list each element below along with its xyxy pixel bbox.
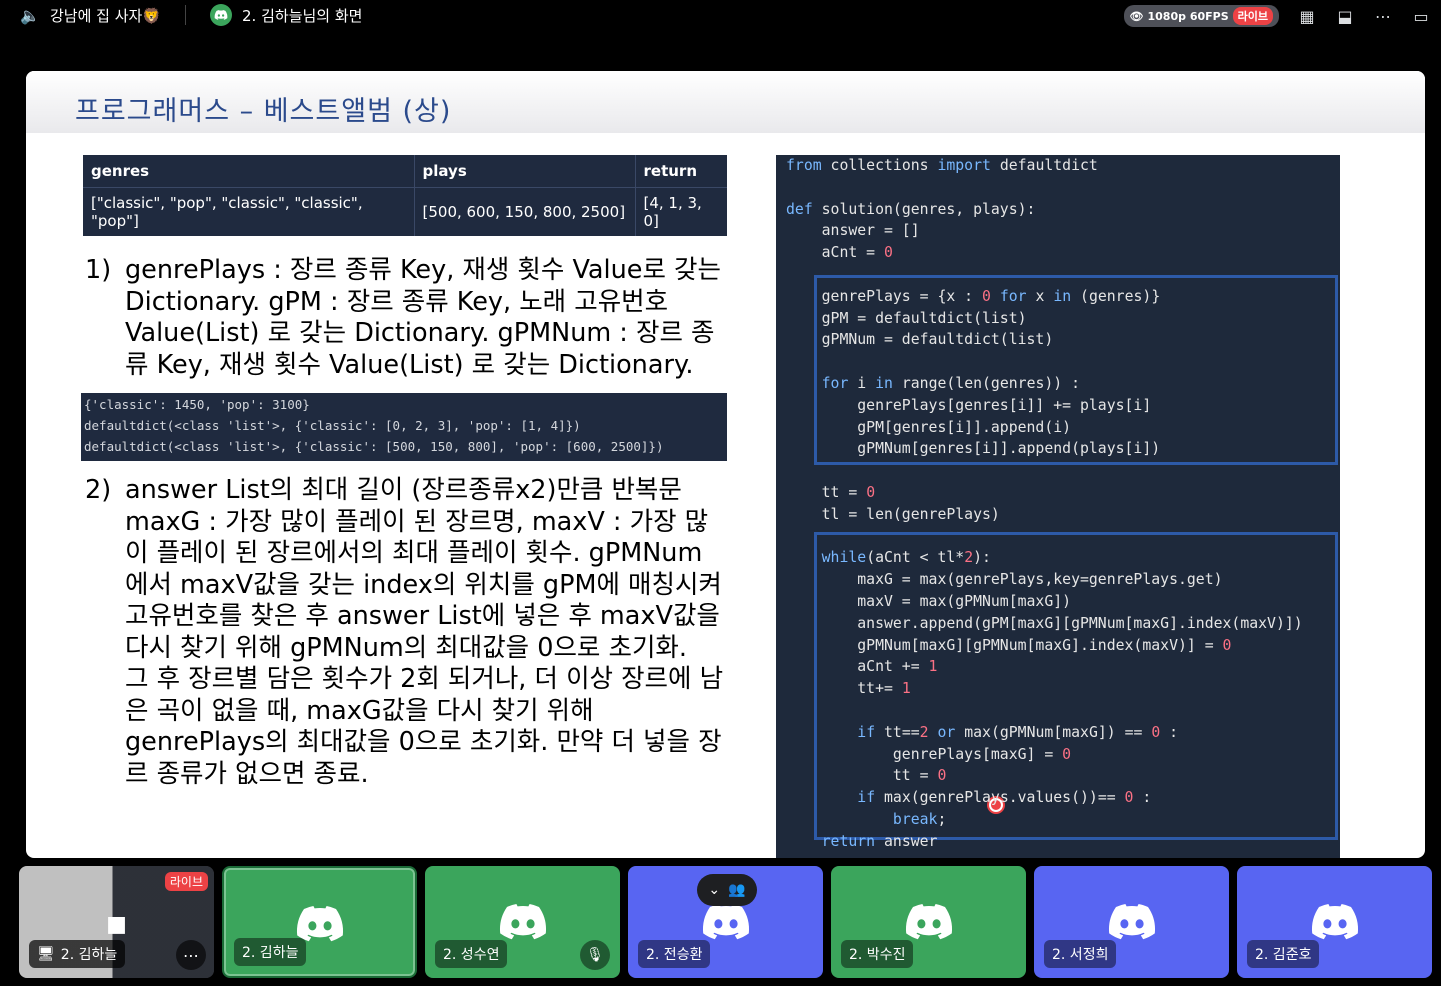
participant-tile[interactable]: 2. 김준호 [1237,866,1432,978]
muted-mic-icon: 🎙 [580,940,610,970]
code-line: from collections import defaultdict [786,157,1098,174]
discord-icon [210,4,233,26]
popout-icon[interactable]: ⬓ [1335,7,1355,26]
more-options-icon[interactable]: ⋯ [1373,7,1393,26]
code-line: answer = [] [786,222,920,240]
participant-name: 2. 전승환 [638,940,711,968]
code-editor: from collections import defaultdict def s… [776,155,1340,858]
shared-screen[interactable]: 프로그래머스 – 베스트앨범 (상) genres plays return [… [26,71,1425,858]
code-line: gPM = defaultdict(list) [786,309,1027,327]
eye-icon: 👁 [1129,9,1144,23]
code-line: maxG = max(genrePlays,key=genrePlays.get… [786,571,1223,589]
output-line: defaultdict(<class 'list'>, {'classic': … [84,439,664,454]
code-line: for i in range(len(genres)) : [821,375,1081,392]
code-line: genrePlays[maxG] = 0 [786,745,1072,763]
table-cell: ["classic", "pop", "classic", "classic",… [83,187,415,236]
more-options-button[interactable]: ⋯ [176,940,206,970]
step-2: 2) answer List의 최대 길이 (장르종류x2)만큼 반복문 max… [85,475,725,790]
discord-logo-icon [1108,904,1155,940]
output-line: defaultdict(<class 'list'>, {'classic': … [84,418,581,433]
code-line: aCnt = 0 [786,244,893,262]
code-line: gPMNum = defaultdict(list) [786,331,1054,349]
step-number: 1) [85,255,112,285]
discord-logo-icon [1311,904,1358,940]
discord-logo-icon [296,906,343,942]
code-line: tl = len(genrePlays) [786,505,1000,523]
code-line: gPMNum[genres[i]].append(plays[i]) [786,440,1161,458]
code-line: while(aCnt < tl*2): [821,549,991,567]
table-header: plays [414,155,636,188]
participant-name: 2. 김하늘 [234,938,307,966]
discord-logo-icon [905,904,952,940]
participant-tile[interactable]: 2. 김하늘 [222,866,417,978]
output-line: {'classic': 1450, 'pop': 3100} [84,397,310,412]
participant-name: 2. 서정희 [1044,940,1117,968]
code-line: if tt==2 or max(gPMNum[maxG]) == 0 : [857,723,1179,741]
slide-header: 프로그래머스 – 베스트앨범 (상) [26,71,1425,133]
example-table: genres plays return ["classic", "pop", "… [83,155,727,236]
table-row: ["classic", "pop", "classic", "classic",… [83,187,727,236]
code-line: aCnt += 1 [786,658,938,676]
code-line: maxV = max(gPMNum[maxG]) [786,593,1072,610]
top-bar: 🔈 강남에 집 사자🦁 2. 김하늘님의 화면 👁 1080p 60FPS 라이… [0,0,1441,32]
divider [185,5,187,25]
participant-name: 2. 김준호 [1247,940,1320,968]
table-cell: [500, 600, 150, 800, 2500] [414,187,636,236]
collapse-participants-button[interactable]: ⌄ 👥 [697,874,757,906]
stream-title: 2. 김하늘님의 화면 [242,6,363,25]
step-text-continued: 그 후 장르별 담은 횟수가 2회 되거나, 더 이상 장르에 남은 곡이 없을… [125,664,724,789]
step-1: 1) genrePlays : 장르 종류 Key, 재생 횟수 Value로 … [85,255,725,381]
participant-tile-stream[interactable]: 라이브 ■ 🖥 2. 김하늘 ⋯ [19,866,214,978]
live-badge: 라이브 [164,872,208,891]
step-number: 2) [85,475,112,505]
live-badge: 라이브 [1232,7,1273,25]
camera-icon: ■ [106,912,127,937]
code-line: tt = 0 [786,484,876,501]
discord-logo-icon [499,904,546,940]
table-header: genres [83,155,415,188]
participant-tile[interactable]: 2. 서정희 [1034,866,1229,978]
monitor-icon: 🖥 [37,946,55,962]
table-header: return [635,155,727,188]
speaker-icon[interactable]: 🔈 [20,6,40,25]
code-line: genrePlays[genres[i]] += plays[i] [786,396,1152,414]
participant-name: 🖥 2. 김하늘 [29,940,126,968]
discord-logo-icon [702,904,749,940]
code-line: tt = 0 [786,767,947,785]
code-line: if max(genrePlays.values())== 0 : [857,789,1152,807]
participant-name: 2. 성수연 [435,940,508,968]
participant-tile[interactable]: 2. 박수진 [831,866,1026,978]
people-icon: 👥 [728,882,746,898]
participant-name: 2. 박수진 [841,940,914,968]
participant-tile[interactable]: 2. 성수연 🎙 [425,866,620,978]
code-line: gPM[genres[i]].append(i) [786,418,1072,436]
code-line: break; [892,811,947,828]
step-text: answer List의 최대 길이 (장르종류x2)만큼 반복문 maxG :… [125,475,722,663]
channel-name: 강남에 집 사자🦁 [50,6,162,25]
code-line: answer.append(gPM[maxG][gPMNum[maxG].ind… [786,614,1303,632]
table-cell: [4, 1, 3, 0] [643,193,702,230]
code-line: return answer [821,832,938,850]
quality-badge: 👁 1080p 60FPS 라이브 [1123,5,1279,27]
code-line: tt+= 1 [786,680,911,698]
chat-icon[interactable]: ▭ [1411,7,1431,26]
slide-title: 프로그래머스 – 베스트앨범 (상) [75,96,452,127]
console-output: {'classic': 1450, 'pop': 3100} defaultdic… [81,393,727,461]
chevron-down-icon: ⌄ [708,882,721,898]
code-line: genrePlays = {x : 0 for x in (genres)} [786,287,1161,305]
code-line: def solution(genres, plays): [786,200,1036,218]
grid-layout-icon[interactable]: ▦ [1297,7,1317,26]
step-text: genrePlays : 장르 종류 Key, 재생 횟수 Value로 갖는 … [125,255,721,380]
code-line: gPMNum[maxG][gPMNum[maxG].index(maxV)] =… [786,636,1232,654]
